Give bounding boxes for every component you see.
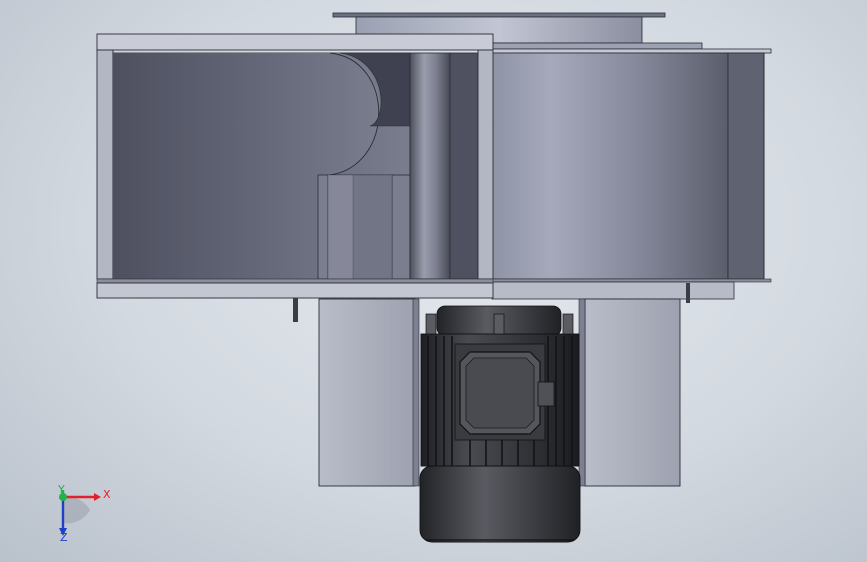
cad-viewport[interactable]: X Y Z	[0, 0, 867, 562]
y-axis-label: Y	[57, 483, 65, 496]
z-axis-label: Z	[60, 531, 68, 544]
triad-plane	[63, 496, 90, 524]
scroll-housing	[491, 48, 772, 303]
electric-motor	[419, 305, 581, 543]
x-axis-label: X	[103, 488, 111, 501]
coordinate-triad: X Y Z	[57, 483, 111, 544]
fan-motor-assembly: X Y Z	[57, 12, 772, 544]
inlet-box	[96, 33, 494, 322]
x-axis-arrowhead	[94, 493, 101, 501]
